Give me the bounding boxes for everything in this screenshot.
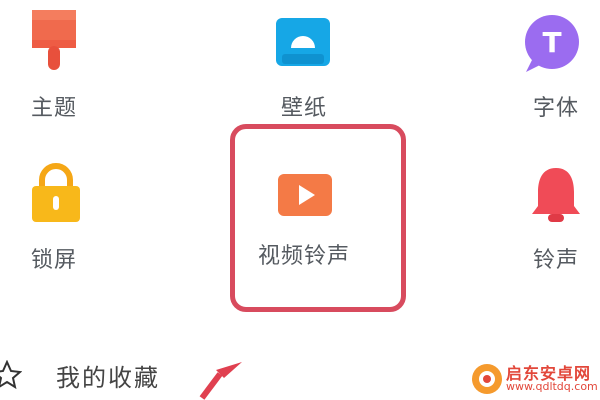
grid-item-label: 铃声: [532, 248, 579, 273]
grid-item-font[interactable]: T 字体: [496, 10, 600, 140]
lock-icon: [0, 162, 114, 232]
star-icon: [0, 360, 22, 390]
grid-item-label: 锁屏: [30, 248, 77, 273]
favorites-label: 我的收藏: [56, 364, 160, 392]
grid-item-theme[interactable]: 主题: [0, 10, 114, 140]
font-icon: T: [496, 10, 600, 80]
grid-item-lock[interactable]: 锁屏: [0, 162, 114, 292]
bell-icon: [496, 162, 600, 232]
grid-item-label: 主题: [30, 96, 77, 121]
watermark-url: www.qdltdq.com: [506, 380, 598, 393]
highlight-box: [230, 124, 406, 312]
grid-item-label: 字体: [532, 96, 579, 121]
wallpaper-icon: [244, 10, 364, 80]
grid-item-wallpaper[interactable]: 壁纸: [244, 10, 364, 140]
site-logo-icon: [472, 364, 502, 394]
arrow-annotation-icon: [199, 362, 242, 400]
paintbrush-icon: [0, 10, 114, 80]
grid-item-label: 壁纸: [280, 96, 327, 121]
grid-item-ringtone[interactable]: 铃声: [496, 162, 600, 292]
svg-text:T: T: [542, 26, 561, 59]
watermark: 启东安卓网 www.qdltdq.com: [470, 356, 600, 400]
